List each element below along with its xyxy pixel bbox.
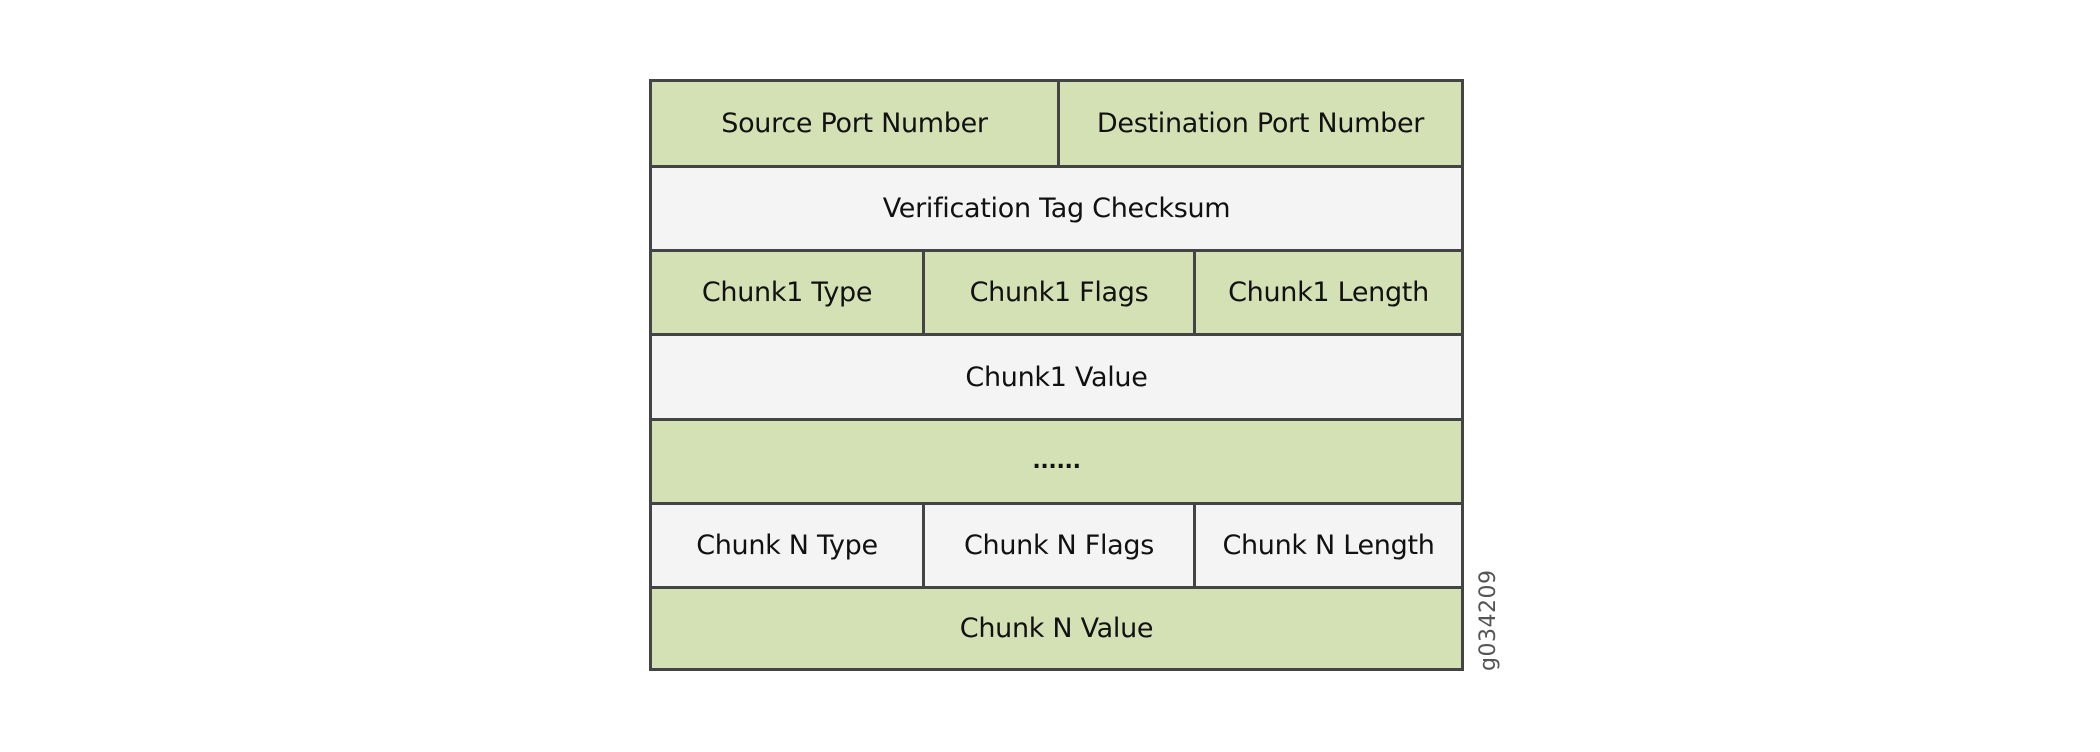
cell-chunkn-value: Chunk N Value xyxy=(959,613,1154,644)
row-chunkn-header: Chunk N Type Chunk N Flags Chunk N Lengt… xyxy=(652,502,1461,586)
row-ellipsis: ...... xyxy=(652,418,1461,502)
row-ports: Source Port Number Destination Port Numb… xyxy=(652,82,1461,165)
sctp-packet-diagram: Source Port Number Destination Port Numb… xyxy=(649,79,1464,671)
cell-chunkn-type: Chunk N Type xyxy=(696,530,878,561)
cell-source-port: Source Port Number xyxy=(721,108,988,139)
row-chunk1-header: Chunk1 Type Chunk1 Flags Chunk1 Length xyxy=(652,249,1461,333)
row-chunkn-value: Chunk N Value xyxy=(652,586,1461,668)
cell-destination-port: Destination Port Number xyxy=(1057,82,1461,165)
cell-chunk1-type: Chunk1 Type xyxy=(701,277,873,308)
figure-id-label: g034209 xyxy=(1476,569,1501,671)
cell-ellipsis: ...... xyxy=(1032,449,1081,474)
cell-chunk1-value: Chunk1 Value xyxy=(965,361,1148,393)
cell-chunk1-flags: Chunk1 Flags xyxy=(922,252,1193,333)
cell-chunkn-length: Chunk N Length xyxy=(1193,505,1461,586)
cell-chunkn-flags: Chunk N Flags xyxy=(922,505,1193,586)
row-verification: Verification Tag Checksum xyxy=(652,165,1461,249)
cell-verification-tag-checksum: Verification Tag Checksum xyxy=(882,193,1231,224)
row-chunk1-value: Chunk1 Value xyxy=(652,333,1461,418)
cell-chunk1-length: Chunk1 Length xyxy=(1193,252,1461,333)
